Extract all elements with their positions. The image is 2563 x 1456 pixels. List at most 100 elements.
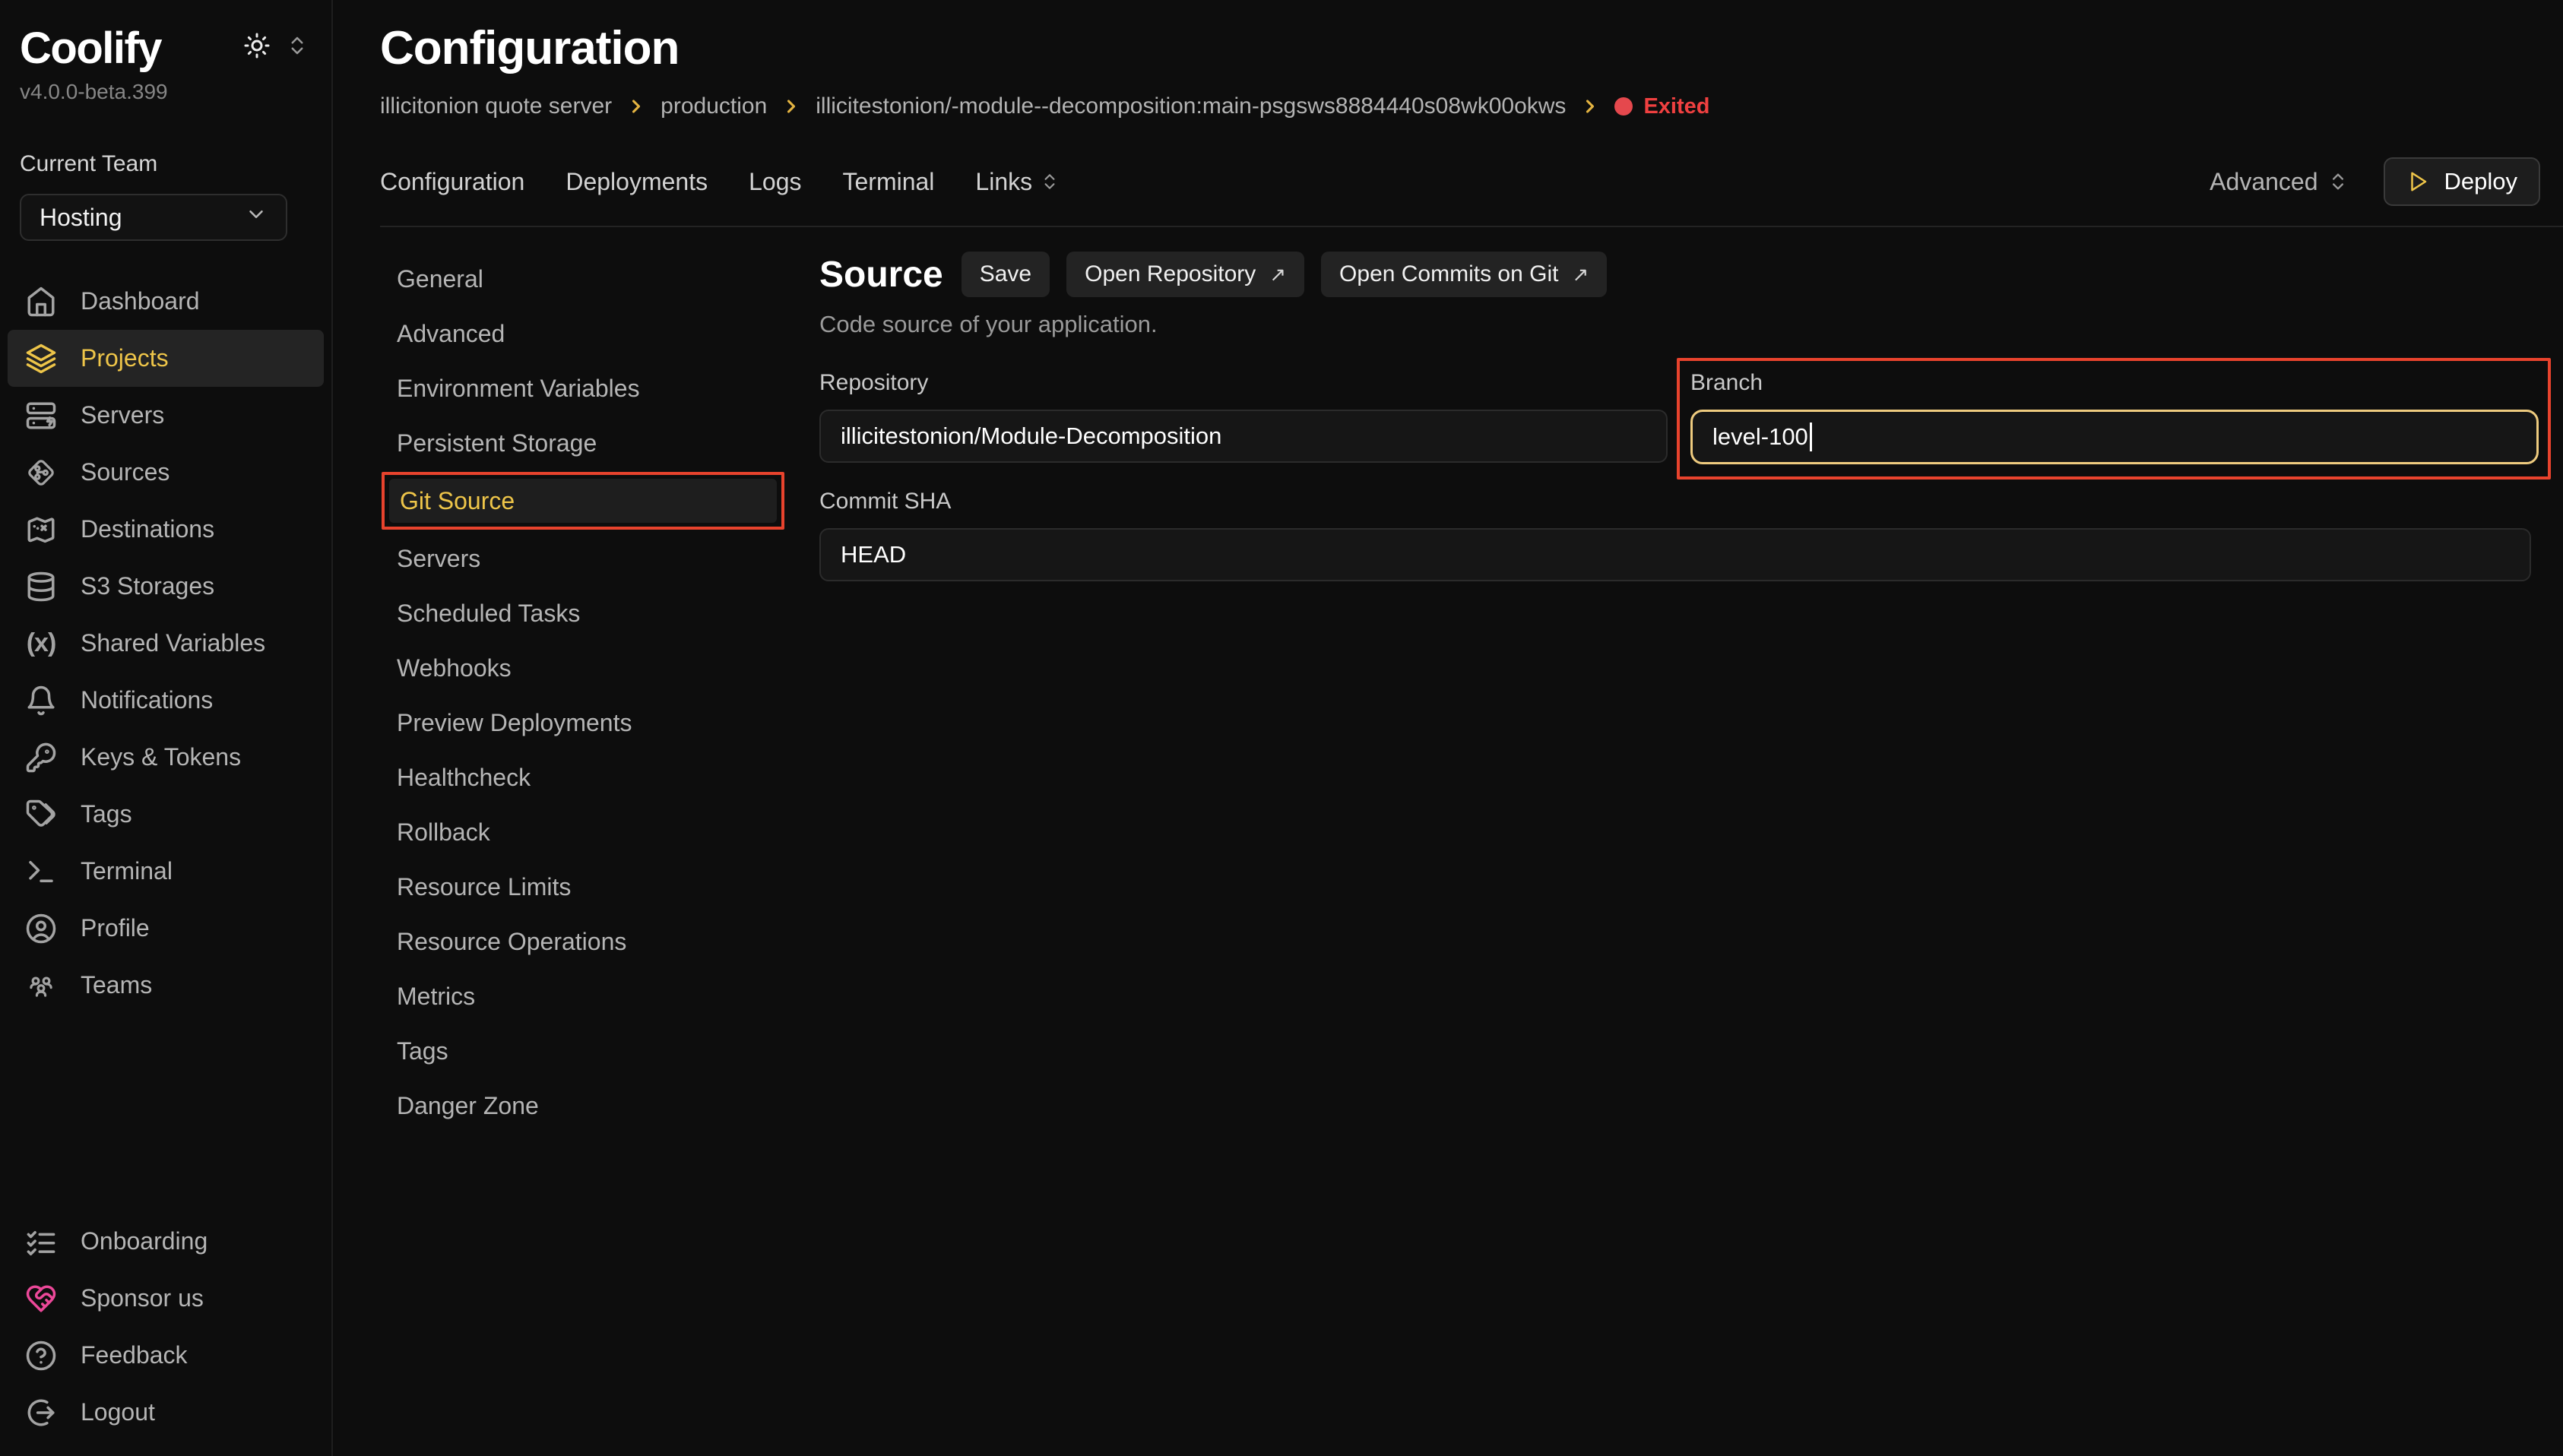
sidebar: Coolify v4.0.0-beta.399 Current Team Hos… <box>0 0 333 1456</box>
sidebar-item-servers[interactable]: Servers <box>8 387 324 444</box>
sidebar-nav: Dashboard Projects Servers Sources Desti… <box>0 273 331 1014</box>
breadcrumb-project[interactable]: illicitonion quote server <box>380 93 612 119</box>
sidebar-item-logout[interactable]: Logout <box>8 1384 324 1441</box>
subnav-item-healthcheck[interactable]: Healthcheck <box>380 750 790 805</box>
tab-deployments[interactable]: Deployments <box>566 168 708 196</box>
subnav-item-preview-deployments[interactable]: Preview Deployments <box>380 695 790 750</box>
help-circle-icon <box>24 1339 58 1372</box>
tab-logs[interactable]: Logs <box>749 168 801 196</box>
tags-icon <box>24 798 58 831</box>
sidebar-item-terminal[interactable]: Terminal <box>8 843 324 900</box>
breadcrumb: illicitonion quote server production ill… <box>380 93 2563 119</box>
subnav-item-rollback[interactable]: Rollback <box>380 805 790 859</box>
team-select[interactable]: Hosting <box>20 194 287 241</box>
sidebar-item-profile[interactable]: Profile <box>8 900 324 957</box>
advanced-dropdown[interactable]: Advanced <box>2210 168 2348 196</box>
deploy-button[interactable]: Deploy <box>2384 157 2541 206</box>
subnav-item-environment-variables[interactable]: Environment Variables <box>380 361 790 416</box>
status-dot <box>1614 97 1633 116</box>
map-icon <box>24 513 58 546</box>
sidebar-item-destinations[interactable]: Destinations <box>8 501 324 558</box>
theme-toggle-sun-icon[interactable] <box>243 32 271 59</box>
sidebar-item-dashboard[interactable]: Dashboard <box>8 273 324 330</box>
sidebar-item-s3-storages[interactable]: S3 Storages <box>8 558 324 615</box>
sidebar-item-sponsor-us[interactable]: Sponsor us <box>8 1270 324 1327</box>
sidebar-item-onboarding[interactable]: Onboarding <box>8 1213 324 1270</box>
open-repository-button[interactable]: Open Repository ↗ <box>1066 252 1304 297</box>
chevron-down-icon <box>245 203 268 232</box>
current-team-label: Current Team <box>0 151 331 177</box>
config-subnav: General Advanced Environment Variables P… <box>380 252 790 1133</box>
bell-icon <box>24 684 58 717</box>
sidebar-item-sources[interactable]: Sources <box>8 444 324 501</box>
sidebar-item-teams[interactable]: Teams <box>8 957 324 1014</box>
subnav-item-scheduled-tasks[interactable]: Scheduled Tasks <box>380 586 790 641</box>
tabs: Configuration Deployments Logs Terminal … <box>380 168 1060 196</box>
text-cursor <box>1810 423 1812 451</box>
tab-configuration[interactable]: Configuration <box>380 168 524 196</box>
sidebar-item-tags[interactable]: Tags <box>8 786 324 843</box>
subnav-item-servers[interactable]: Servers <box>380 531 790 586</box>
sidebar-header: Coolify v4.0.0-beta.399 <box>0 0 331 104</box>
layers-icon <box>24 342 58 375</box>
sidebar-item-notifications[interactable]: Notifications <box>8 672 324 729</box>
open-commits-button[interactable]: Open Commits on Git ↗ <box>1321 252 1607 297</box>
subnav-item-advanced[interactable]: Advanced <box>380 306 790 361</box>
sidebar-item-feedback[interactable]: Feedback <box>8 1327 324 1384</box>
user-circle-icon <box>24 912 58 945</box>
branch-label: Branch <box>1690 370 2539 396</box>
server-icon <box>24 399 58 432</box>
page-title: Configuration <box>380 21 2563 75</box>
subnav-item-resource-limits[interactable]: Resource Limits <box>380 859 790 914</box>
play-icon <box>2406 170 2429 193</box>
sidebar-item-keys-tokens[interactable]: Keys & Tokens <box>8 729 324 786</box>
variable-icon: (x) <box>24 627 58 660</box>
status-text: Exited <box>1643 94 1709 119</box>
tabs-row: Configuration Deployments Logs Terminal … <box>380 157 2563 206</box>
tabs-divider <box>380 226 2563 227</box>
subnav-item-webhooks[interactable]: Webhooks <box>380 641 790 695</box>
chevron-right-icon <box>1579 96 1601 117</box>
logout-icon <box>24 1396 58 1429</box>
chevrons-up-down-icon[interactable] <box>286 34 309 57</box>
commit-sha-input[interactable]: HEAD <box>819 528 2531 581</box>
tab-terminal[interactable]: Terminal <box>842 168 934 196</box>
breadcrumb-application[interactable]: illicitestonion/-module--decomposition:m… <box>816 93 1566 119</box>
status-badge: Exited <box>1614 94 1709 119</box>
subnav-item-tags[interactable]: Tags <box>380 1024 790 1078</box>
git-source-icon <box>24 456 58 489</box>
list-checks-icon <box>24 1225 58 1258</box>
app-root: Coolify v4.0.0-beta.399 Current Team Hos… <box>0 0 2563 1456</box>
team-select-value: Hosting <box>40 204 122 232</box>
commit-sha-field-group: Commit SHA HEAD <box>819 489 2531 581</box>
repository-field-group: Repository illicitestonion/Module-Decomp… <box>819 370 1668 463</box>
terminal-icon <box>24 855 58 888</box>
tab-links[interactable]: Links <box>975 168 1060 196</box>
git-source-form: Source Save Open Repository ↗ Open Commi… <box>819 252 2563 1133</box>
subnav-item-persistent-storage[interactable]: Persistent Storage <box>380 416 790 470</box>
save-button[interactable]: Save <box>962 252 1050 297</box>
git-source-annotation-box: Git Source <box>382 472 784 530</box>
sidebar-footer: Onboarding Sponsor us Feedback Logout <box>0 1213 331 1441</box>
subnav-item-resource-operations[interactable]: Resource Operations <box>380 914 790 969</box>
source-heading: Source <box>819 254 943 296</box>
subnav-item-git-source[interactable]: Git Source <box>389 479 777 523</box>
subnav-item-general[interactable]: General <box>380 252 790 306</box>
source-description: Code source of your application. <box>819 311 2551 338</box>
users-icon <box>24 969 58 1002</box>
chevron-right-icon <box>781 96 802 117</box>
database-icon <box>24 570 58 603</box>
heart-handshake-icon <box>24 1282 58 1315</box>
external-link-icon: ↗ <box>1572 263 1589 286</box>
home-icon <box>24 285 58 318</box>
subnav-item-danger-zone[interactable]: Danger Zone <box>380 1078 790 1133</box>
breadcrumb-environment[interactable]: production <box>661 93 767 119</box>
commit-sha-label: Commit SHA <box>819 489 2531 514</box>
key-icon <box>24 741 58 774</box>
branch-input[interactable]: level-100 <box>1690 410 2539 464</box>
repository-label: Repository <box>819 370 1668 396</box>
repository-input[interactable]: illicitestonion/Module-Decomposition <box>819 410 1668 463</box>
sidebar-item-projects[interactable]: Projects <box>8 330 324 387</box>
subnav-item-metrics[interactable]: Metrics <box>380 969 790 1024</box>
sidebar-item-shared-variables[interactable]: (x)Shared Variables <box>8 615 324 672</box>
